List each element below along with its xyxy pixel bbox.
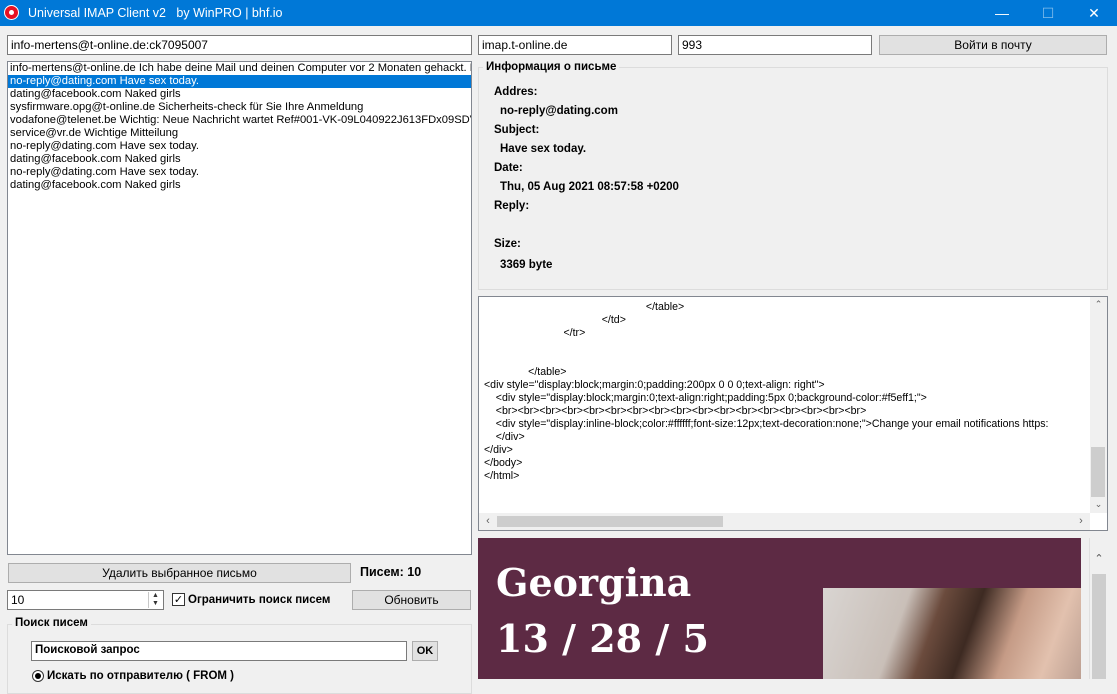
login-button[interactable]: Войти в почту [879, 35, 1107, 55]
scroll-down-icon[interactable]: ⌄ [1090, 499, 1107, 511]
mail-list-item[interactable]: no-reply@dating.com Have sex today. [8, 166, 471, 179]
search-ok-button[interactable]: OK [412, 641, 438, 661]
spinner-arrows-icon[interactable]: ▲ ▼ [148, 592, 162, 608]
scroll-right-icon[interactable]: › [1075, 513, 1087, 530]
subject-label: Subject: [494, 124, 540, 136]
mail-list[interactable]: info-mertens@t-online.de Ich habe deine … [7, 61, 472, 555]
limit-checkbox-label: Ограничить поиск писем [188, 594, 331, 606]
address-value: no-reply@dating.com [500, 105, 618, 117]
window-title: Universal IMAP Client v2 by WinPRO | bhf… [28, 6, 283, 20]
search-from-label: Искать по отправителю ( FROM ) [47, 670, 235, 682]
app-icon [4, 5, 19, 20]
source-line: <div style="display:block;margin:0;paddi… [484, 379, 825, 391]
mail-list-item[interactable]: dating@facebook.com Naked girls [8, 179, 471, 192]
limit-spinner[interactable]: 10 ▲ ▼ [7, 590, 164, 610]
server-input[interactable]: imap.t-online.de [478, 35, 672, 55]
mail-list-item[interactable]: dating@facebook.com Naked girls [8, 153, 471, 166]
date-value: Thu, 05 Aug 2021 08:57:58 +0200 [500, 181, 679, 193]
search-group-title: Поиск писем [12, 617, 91, 629]
mail-html-preview[interactable]: Georgina 13 / 28 / 5 [478, 538, 1081, 679]
scroll-up-icon[interactable]: ⌃ [1090, 299, 1107, 311]
date-label: Date: [494, 162, 523, 174]
source-line: </table> [484, 301, 685, 313]
mail-list-item[interactable]: info-mertens@t-online.de Ich habe deine … [8, 62, 471, 75]
mail-list-item[interactable]: vodafone@telenet.be Wichtig: Neue Nachri… [8, 114, 471, 127]
source-line: </table> [484, 366, 567, 378]
source-line: </body> [484, 457, 523, 469]
preview-name: Georgina [496, 560, 692, 605]
mail-list-item[interactable]: dating@facebook.com Naked girls [8, 88, 471, 101]
source-line: <div style="display:inline-block;color:#… [484, 418, 1049, 430]
address-label: Addres: [494, 86, 538, 98]
preview-vertical-scrollbar[interactable]: ⌃ [1089, 538, 1108, 679]
mail-list-item[interactable]: sysfirmware.opg@t-online.de Sicherheits-… [8, 101, 471, 114]
source-line: </div> [484, 444, 513, 456]
source-line: <div style="display:block;margin:0;text-… [484, 392, 927, 404]
mail-source-text: </table> </td> </tr> </table> <div style=… [484, 301, 1049, 483]
source-hscroll-thumb[interactable] [497, 516, 723, 527]
source-line: <br><br><br><br><br><br><br><br><br><br>… [484, 405, 867, 417]
source-line [484, 353, 1049, 366]
source-line: </tr> [484, 327, 586, 339]
limit-value: 10 [11, 593, 25, 607]
size-value: 3369 byte [500, 259, 553, 271]
size-label: Size: [494, 238, 521, 250]
port-input[interactable]: 993 [678, 35, 872, 55]
limit-checkbox[interactable]: ✓ [172, 593, 185, 606]
mail-list-item[interactable]: no-reply@dating.com Have sex today. [8, 75, 471, 88]
source-vertical-scrollbar[interactable]: ⌃ ⌄ [1090, 297, 1107, 513]
mail-info-title: Информация о письме [483, 61, 620, 73]
mail-info-group [478, 67, 1108, 290]
source-line: </div> [484, 431, 525, 443]
maximize-button[interactable]: ☐ [1025, 0, 1071, 26]
preview-stats: 13 / 28 / 5 [496, 616, 709, 661]
reply-label: Reply: [494, 200, 530, 212]
minimize-button[interactable]: — [979, 0, 1025, 26]
mail-source-panel[interactable]: </table> </td> </tr> </table> <div style=… [478, 296, 1108, 531]
refresh-button[interactable]: Обновить [352, 590, 471, 610]
source-horizontal-scrollbar[interactable]: ‹ › [479, 513, 1090, 530]
close-button[interactable]: ✕ [1071, 0, 1117, 26]
preview-vscroll-thumb[interactable] [1092, 574, 1106, 679]
title-bar: Universal IMAP Client v2 by WinPRO | bhf… [0, 0, 1117, 26]
source-vscroll-thumb[interactable] [1091, 447, 1105, 497]
source-line: </td> [484, 314, 626, 326]
preview-photo [823, 588, 1081, 679]
subject-value: Have sex today. [500, 143, 587, 155]
scroll-left-icon[interactable]: ‹ [482, 513, 494, 530]
mail-count-label: Писем: 10 [360, 565, 422, 579]
preview-scroll-up-icon[interactable]: ⌃ [1090, 552, 1108, 566]
mail-list-item[interactable]: service@vr.de Wichtige Mitteilung [8, 127, 471, 140]
credentials-input[interactable]: info-mertens@t-online.de:ck7095007 [7, 35, 472, 55]
search-from-radio[interactable] [32, 670, 44, 682]
mail-list-item[interactable]: no-reply@dating.com Have sex today. [8, 140, 471, 153]
search-query-input[interactable]: Поисковой запрос [31, 641, 407, 661]
source-line [484, 340, 1049, 353]
source-line: </html> [484, 470, 520, 482]
delete-mail-button[interactable]: Удалить выбранное письмо [8, 563, 351, 583]
